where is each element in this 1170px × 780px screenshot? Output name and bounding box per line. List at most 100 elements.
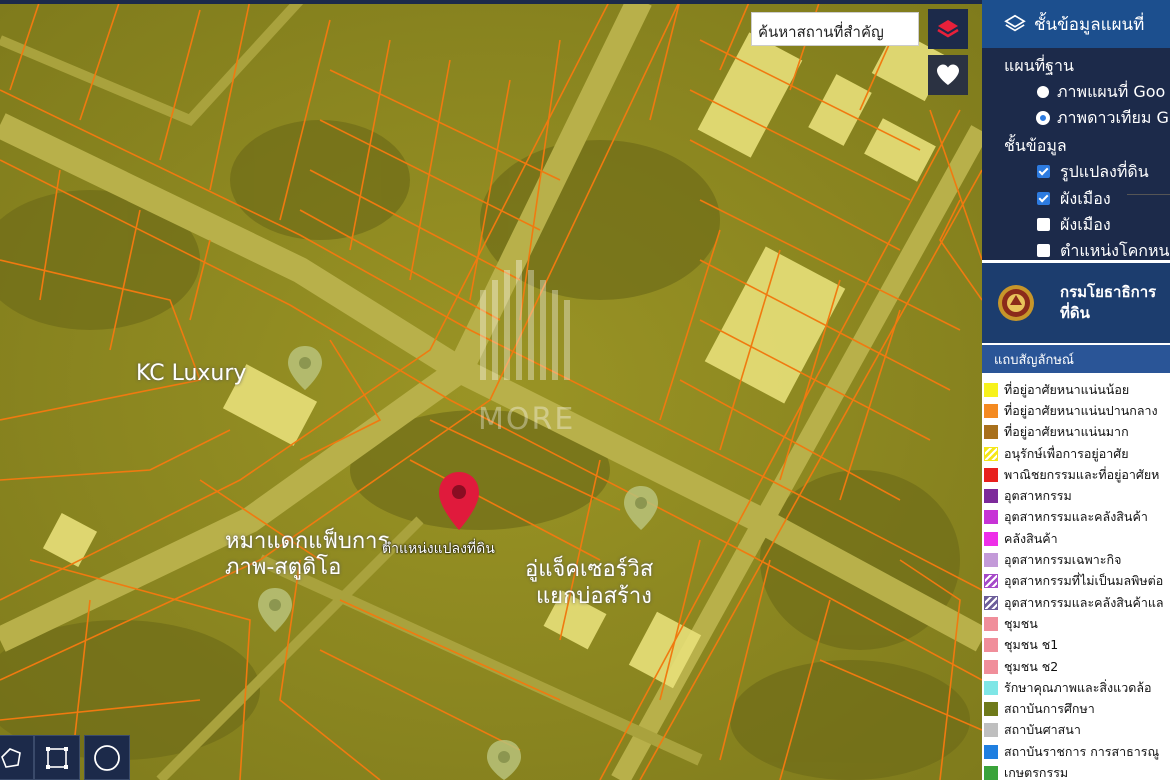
legend-label: ที่อยู่อาศัยหนาแน่นมาก xyxy=(1004,424,1129,440)
place-label-garage-line2: แยกบ่อสร้าง xyxy=(536,584,652,609)
parcel-location-marker-icon[interactable] xyxy=(436,470,482,532)
layer-toggle-city-plan-2[interactable]: ผังเมือง xyxy=(1037,213,1111,238)
legend-item: อุตสาหกรรมและคลังสินค้าแล xyxy=(984,592,1170,613)
place-label-garage-line1: อู่แจ็คเซอร์วิส xyxy=(525,557,654,582)
basemap-option-google-satellite[interactable]: ภาพดาวเทียม G xyxy=(1037,106,1169,131)
legend-label: สถาบันการศึกษา xyxy=(1004,701,1095,717)
radio-unselected-icon[interactable] xyxy=(1037,86,1049,98)
legend-label: อุตสาหกรรมและคลังสินค้า xyxy=(1004,509,1148,525)
place-label-studio-line2: ภาพ-สตูดิโอ xyxy=(225,555,342,580)
layer-toggle-city-plan[interactable]: ผังเมือง xyxy=(1037,187,1111,212)
legend-item: อุตสาหกรรมและคลังสินค้า xyxy=(984,507,1170,528)
legend-swatch xyxy=(984,467,998,482)
poi-pin-icon[interactable] xyxy=(285,344,325,392)
legend-swatch xyxy=(984,403,998,418)
side-panel: ชั้นข้อมูลแผนที่ แผนที่ฐาน ภาพแผนที่ Goo… xyxy=(982,0,1170,780)
layers-panel-body: แผนที่ฐาน ภาพแผนที่ Goo ภาพดาวเทียม G ชั… xyxy=(982,48,1170,260)
rectangle-icon xyxy=(46,746,68,769)
legend-swatch xyxy=(984,489,998,504)
heart-icon xyxy=(937,64,959,85)
place-label-kc-luxury: KC Luxury xyxy=(136,361,247,386)
checkbox-checked-icon[interactable] xyxy=(1037,165,1050,178)
legend-item: ชุมชน ช1 xyxy=(984,635,1170,656)
legend-label: ชุมชน xyxy=(1004,615,1038,631)
layers-icon xyxy=(1004,14,1026,32)
legend-item: ชุมชน ช2 xyxy=(984,656,1170,677)
legend-label: ชุมชน ช1 xyxy=(1004,637,1059,653)
checkbox-unchecked-icon[interactable] xyxy=(1037,218,1050,231)
legend-label: เกษตรกรรม xyxy=(1004,764,1069,780)
legend-swatch xyxy=(984,616,998,631)
department-seal-icon xyxy=(998,285,1034,321)
legend-item: รักษาคุณภาพและสิ่งแวดล้อ xyxy=(984,677,1170,698)
legend-item: ชุมชน xyxy=(984,613,1170,634)
legend-label: ชุมชน ช2 xyxy=(1004,658,1059,674)
watermark-logo-icon xyxy=(480,260,570,380)
draw-circle-button[interactable] xyxy=(84,735,130,780)
draw-rectangle-button[interactable] xyxy=(34,735,80,780)
poi-pin-icon[interactable] xyxy=(484,738,524,780)
legend-swatch xyxy=(984,595,998,610)
legend-item: สถาบันการศึกษา xyxy=(984,698,1170,719)
radio-selected-icon[interactable] xyxy=(1037,112,1049,124)
legend-label: ที่อยู่อาศัยหนาแน่นปานกลาง xyxy=(1004,402,1158,418)
legend-item: คลังสินค้า xyxy=(984,528,1170,549)
checkbox-unchecked-icon[interactable] xyxy=(1037,244,1050,257)
legend-item: ที่อยู่อาศัยหนาแน่นปานกลาง xyxy=(984,400,1170,421)
legend-label: รักษาคุณภาพและสิ่งแวดล้อ xyxy=(1004,679,1152,695)
legend-swatch xyxy=(984,659,998,674)
legend-item: อุตสาหกรรมเฉพาะกิจ xyxy=(984,549,1170,570)
legend-swatch xyxy=(984,765,998,780)
legend-swatch xyxy=(984,744,998,759)
legend-label: อุตสาหกรรมและคลังสินค้าแล xyxy=(1004,594,1164,610)
polygon-icon xyxy=(1,747,21,768)
layers-panel-header[interactable]: ชั้นข้อมูลแผนที่ xyxy=(982,0,1170,48)
poi-pin-icon[interactable] xyxy=(621,484,661,532)
draw-polygon-button[interactable] xyxy=(0,735,34,780)
legend-swatch xyxy=(984,382,998,397)
legend-item: เกษตรกรรม xyxy=(984,762,1170,780)
legend-item: สถาบันศาสนา xyxy=(984,720,1170,741)
legend-item: อุตสาหกรรม xyxy=(984,485,1170,506)
legend-label: คลังสินค้า xyxy=(1004,530,1058,546)
legend-swatch xyxy=(984,425,998,440)
basemap-option-google-map[interactable]: ภาพแผนที่ Goo xyxy=(1037,80,1165,105)
legend-swatch xyxy=(984,531,998,546)
legend-swatch xyxy=(984,638,998,653)
parcel-marker-label: ตำแหน่งแปลงที่ดิน xyxy=(382,541,495,557)
legend-item: อุตสาหกรรมที่ไม่เป็นมลพิษต่อ xyxy=(984,571,1170,592)
legend-item: ที่อยู่อาศัยหนาแน่นมาก xyxy=(984,422,1170,443)
poi-pin-icon[interactable] xyxy=(255,586,295,634)
layers-icon xyxy=(937,20,959,38)
legend-label: อุตสาหกรรมที่ไม่เป็นมลพิษต่อ xyxy=(1004,573,1164,589)
checkbox-checked-icon[interactable] xyxy=(1037,192,1050,205)
layers-button[interactable] xyxy=(928,9,968,49)
opacity-slider-track[interactable] xyxy=(1127,194,1170,195)
legend-item: พาณิชยกรรมและที่อยู่อาศัยห xyxy=(984,464,1170,485)
legend-title: แถบสัญลักษณ์ xyxy=(982,343,1170,373)
legend-swatch xyxy=(984,574,998,589)
legend-swatch xyxy=(984,510,998,525)
department-header: กรมโยธาธิการ ที่ดิน xyxy=(982,260,1170,343)
legend-swatch xyxy=(984,723,998,738)
layer-toggle-parcels[interactable]: รูปแปลงที่ดิน xyxy=(1037,160,1149,185)
legend-swatch xyxy=(984,680,998,695)
place-label-studio-line1: หมาแดกแฟ็บการ xyxy=(225,529,390,554)
layers-heading: ชั้นข้อมูล xyxy=(1004,136,1067,155)
layer-toggle-title-deed-location[interactable]: ตำแหน่งโคกหน xyxy=(1037,239,1169,264)
place-search-input[interactable]: ค้นหาสถานที่สำคัญ xyxy=(751,12,919,46)
watermark-text: MORE xyxy=(478,402,576,437)
legend-swatch xyxy=(984,702,998,717)
legend-swatch xyxy=(984,446,998,461)
legend-label: อนุรักษ์เพื่อการอยู่อาศัย xyxy=(1004,445,1129,461)
map-view[interactable]: MORE KC Luxury หมาแดกแฟ็บการ ภาพ-สตูดิโอ… xyxy=(0,0,982,780)
satellite-map[interactable] xyxy=(0,0,982,780)
layers-panel-title: ชั้นข้อมูลแผนที่ xyxy=(1034,14,1145,35)
basemap-heading: แผนที่ฐาน xyxy=(1004,56,1074,75)
legend-item: อนุรักษ์เพื่อการอยู่อาศัย xyxy=(984,443,1170,464)
department-name-line1: กรมโยธาธิการ xyxy=(1060,283,1157,301)
legend-swatch xyxy=(984,553,998,568)
legend-label: สถาบันศาสนา xyxy=(1004,722,1081,738)
legend-item: ที่อยู่อาศัยหนาแน่นน้อย xyxy=(984,379,1170,400)
favorite-button[interactable] xyxy=(928,55,968,95)
